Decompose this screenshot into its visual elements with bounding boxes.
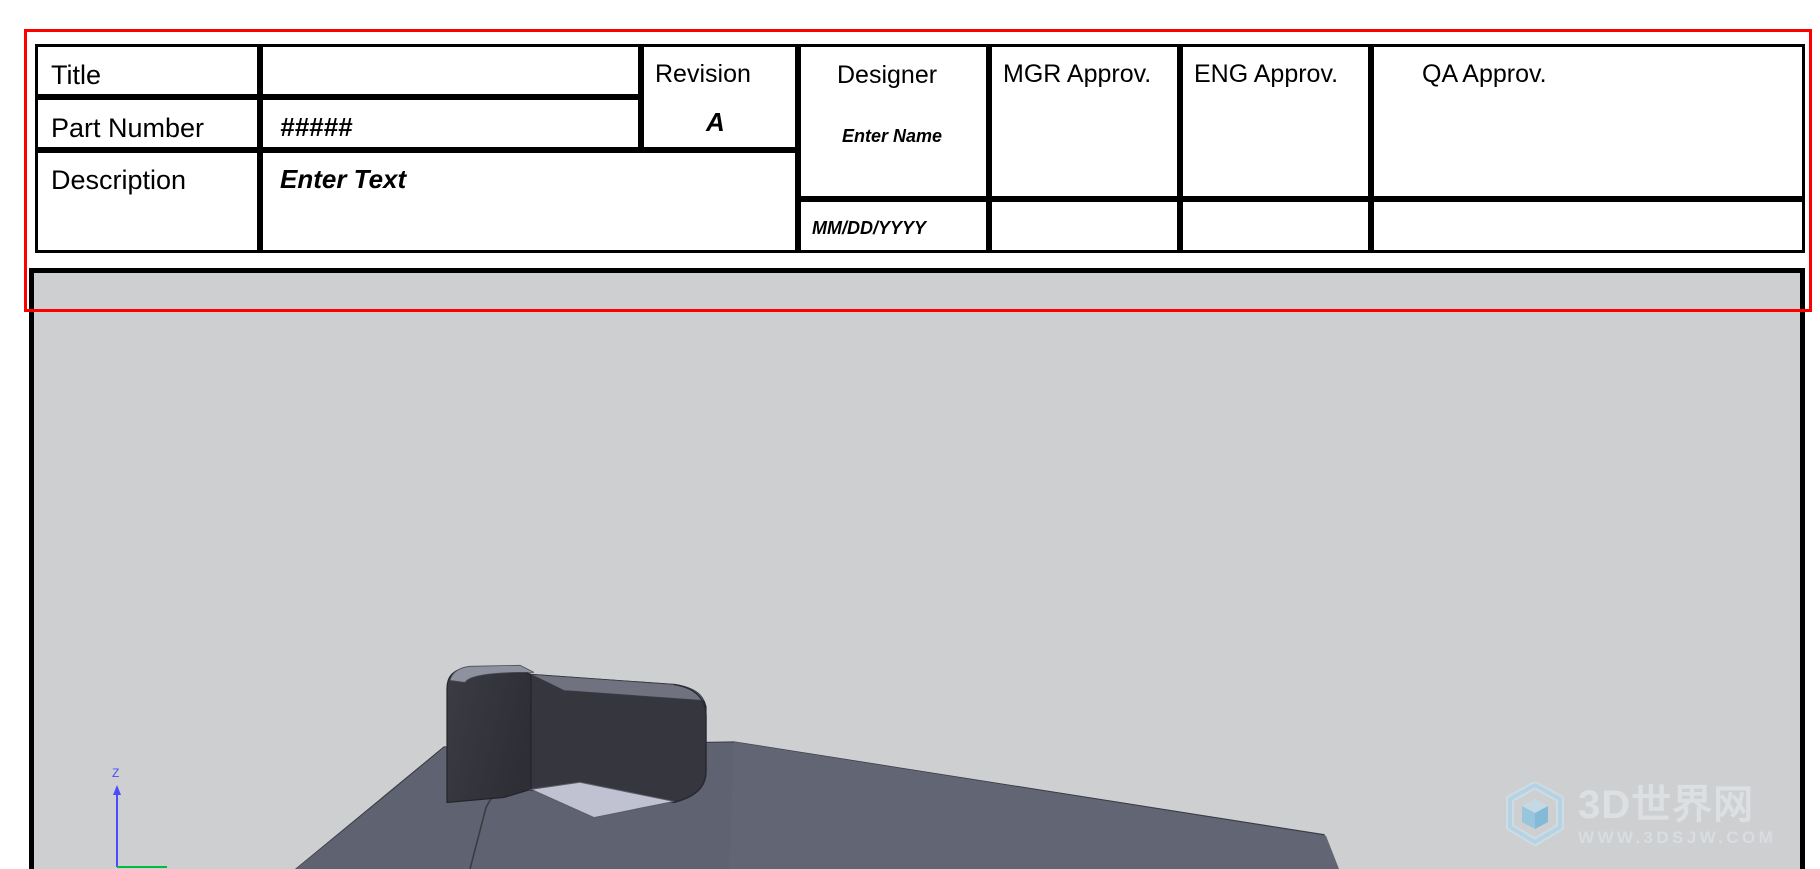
triad-z-label: Z xyxy=(112,766,119,780)
eng-approval-cell[interactable]: ENG Approv. xyxy=(1180,44,1371,199)
part-number-label: Part Number xyxy=(51,113,205,143)
eng-approval-label: ENG Approv. xyxy=(1194,60,1339,88)
eng-approval-date-cell[interactable] xyxy=(1180,199,1371,253)
designer-date-value: MM/DD/YYYY xyxy=(812,218,927,238)
description-label: Description xyxy=(51,165,187,195)
description-label-cell: Description xyxy=(35,150,260,253)
title-label: Title xyxy=(51,60,102,90)
orientation-triad: Z xyxy=(112,766,167,868)
graphics-viewport[interactable]: Z 3D世界网 WWW.3DSJW.COM xyxy=(29,268,1805,869)
model-tab-front-face xyxy=(446,667,532,804)
part-number-label-cell: Part Number xyxy=(35,97,260,150)
qa-approval-date-cell[interactable] xyxy=(1371,199,1805,253)
description-value: Enter Text xyxy=(280,164,407,194)
viewport-background: Z 3D世界网 WWW.3DSJW.COM xyxy=(34,273,1800,869)
mgr-approval-date-cell[interactable] xyxy=(989,199,1180,253)
revision-label: Revision xyxy=(655,60,751,88)
3d-model-sheet-metal-bracket[interactable] xyxy=(34,273,1800,869)
part-number-value: ##### xyxy=(280,112,353,142)
revision-value: A xyxy=(706,107,725,137)
drawing-page: Title Part Number ##### Description Ente… xyxy=(0,0,1820,869)
designer-label: Designer xyxy=(837,61,938,89)
revision-cell[interactable]: Revision A xyxy=(641,44,798,150)
title-label-cell: Title xyxy=(35,44,260,97)
qa-approval-label: QA Approv. xyxy=(1422,60,1547,88)
qa-approval-cell[interactable]: QA Approv. xyxy=(1371,44,1805,199)
designer-cell[interactable]: Designer Enter Name xyxy=(798,44,989,199)
designer-date-cell[interactable]: MM/DD/YYYY xyxy=(798,199,989,253)
mgr-approval-label: MGR Approv. xyxy=(1003,60,1152,88)
model-plate-right xyxy=(724,741,1339,869)
part-number-value-cell[interactable]: ##### xyxy=(260,97,641,150)
designer-value: Enter Name xyxy=(842,126,943,146)
triad-z-arrow xyxy=(113,785,121,795)
description-value-cell[interactable]: Enter Text xyxy=(260,150,798,253)
title-block: Title Part Number ##### Description Ente… xyxy=(35,44,1805,253)
title-value-cell[interactable] xyxy=(260,44,641,97)
mgr-approval-cell[interactable]: MGR Approv. xyxy=(989,44,1180,199)
